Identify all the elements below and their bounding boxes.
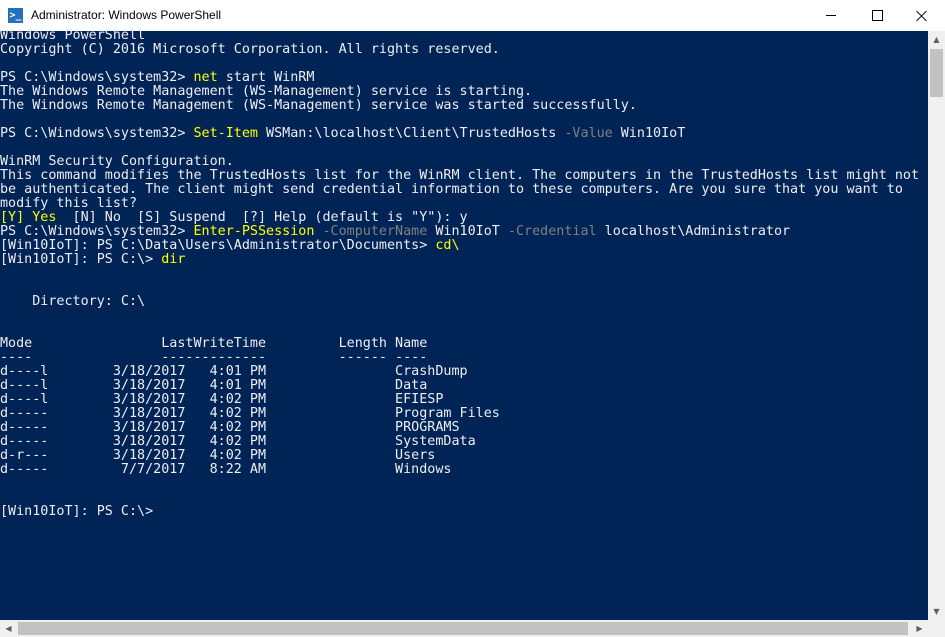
console-line: d----l 3/18/2017 4:01 PM CrashDump bbox=[0, 365, 928, 379]
console-text: d----- 3/18/2017 4:02 PM PROGRAMS bbox=[0, 420, 460, 435]
console-text: This command modifies the TrustedHosts l… bbox=[0, 168, 920, 183]
console-line: The Windows Remote Management (WS-Manage… bbox=[0, 99, 928, 113]
vertical-scrollbar[interactable]: ▲ ▼ bbox=[928, 31, 945, 620]
console-text: PS C:\Windows\system32> bbox=[0, 224, 194, 239]
vertical-scroll-thumb[interactable] bbox=[930, 49, 943, 97]
console-text: modify this list? bbox=[0, 196, 138, 211]
console-text: be authenticated. The client might send … bbox=[0, 182, 903, 197]
console-line: Directory: C:\ bbox=[0, 295, 928, 309]
console-line: d-r--- 3/18/2017 4:02 PM Users bbox=[0, 449, 928, 463]
console-text: [Win10IoT]: PS C:\Data\Users\Administrat… bbox=[0, 238, 436, 253]
console-text: [Win10IoT]: PS C:\> bbox=[0, 504, 154, 519]
console-line: [Win10IoT]: PS C:\> dir bbox=[0, 253, 928, 267]
console-line: [Y] Yes [N] No [S] Suspend [?] Help (def… bbox=[0, 211, 928, 225]
console-line: d----l 3/18/2017 4:02 PM EFIESP bbox=[0, 393, 928, 407]
console-line: ---- ------------- ------ ---- bbox=[0, 351, 928, 365]
title-bar[interactable]: >_ Administrator: Windows PowerShell bbox=[0, 0, 945, 31]
console-line: WinRM Security Configuration. bbox=[0, 155, 928, 169]
console-text: Mode LastWriteTime Length Name bbox=[0, 336, 428, 351]
minimize-icon bbox=[826, 15, 836, 16]
console-text: localhost\Administrator bbox=[596, 224, 791, 239]
console-output[interactable]: Windows PowerShell Copyright (C) 2016 Mic… bbox=[0, 29, 928, 620]
horizontal-scroll-thumb[interactable] bbox=[18, 622, 908, 635]
parameter-token: -Credential bbox=[507, 224, 597, 239]
close-button[interactable] bbox=[899, 0, 945, 31]
console-text: Win10IoT bbox=[427, 224, 508, 239]
console-text: [Win10IoT]: PS C:\> bbox=[0, 252, 162, 267]
console-text: WinRM Security Configuration. bbox=[0, 154, 234, 169]
close-icon bbox=[916, 10, 928, 22]
scroll-left-arrow-icon[interactable]: ◀ bbox=[0, 620, 17, 637]
console-text: d-r--- 3/18/2017 4:02 PM Users bbox=[0, 448, 436, 463]
scroll-down-arrow-icon[interactable]: ▼ bbox=[928, 603, 945, 620]
console-text: d----- 3/18/2017 4:02 PM Program Files bbox=[0, 406, 500, 421]
parameter-token: -ComputerName bbox=[322, 224, 428, 239]
console-line: d----- 3/18/2017 4:02 PM Program Files bbox=[0, 407, 928, 421]
horizontal-scrollbar[interactable]: ◀ ▶ bbox=[0, 620, 928, 637]
console-line: PS C:\Windows\system32> Enter-PSSession … bbox=[0, 225, 928, 239]
console-line: The Windows Remote Management (WS-Manage… bbox=[0, 85, 928, 99]
window-title: Administrator: Windows PowerShell bbox=[31, 8, 222, 22]
console-line: PS C:\Windows\system32> net start WinRM bbox=[0, 71, 928, 85]
command-token: dir bbox=[161, 252, 186, 267]
console-line: d----- 7/7/2017 8:22 AM Windows bbox=[0, 463, 928, 477]
console-line: [Win10IoT]: PS C:\Data\Users\Administrat… bbox=[0, 239, 928, 253]
console-line: modify this list? bbox=[0, 197, 928, 211]
console-text: PS C:\Windows\system32> bbox=[0, 126, 194, 141]
powershell-icon[interactable]: >_ bbox=[8, 8, 23, 23]
scroll-right-arrow-icon[interactable]: ▶ bbox=[911, 620, 928, 637]
console-text: WSMan:\localhost\Client\TrustedHosts bbox=[257, 126, 565, 141]
console-text: d----l 3/18/2017 4:02 PM EFIESP bbox=[0, 392, 444, 407]
console-text: Copyright (C) 2016 Microsoft Corporation… bbox=[0, 42, 500, 57]
console-line: be authenticated. The client might send … bbox=[0, 183, 928, 197]
maximize-icon bbox=[871, 10, 883, 21]
console-line: Windows PowerShell bbox=[0, 29, 928, 43]
console-text: start WinRM bbox=[217, 70, 315, 85]
console-text: ---- ------------- ------ ---- bbox=[0, 350, 428, 365]
console-text: Directory: C:\ bbox=[0, 294, 146, 309]
console-line: d----l 3/18/2017 4:01 PM Data bbox=[0, 379, 928, 393]
console-line: Mode LastWriteTime Length Name bbox=[0, 337, 928, 351]
console-line: This command modifies the TrustedHosts l… bbox=[0, 169, 928, 183]
console-text: d----- 7/7/2017 8:22 AM Windows bbox=[0, 462, 452, 477]
console-text: d----l 3/18/2017 4:01 PM Data bbox=[0, 378, 428, 393]
console-text: Windows PowerShell bbox=[0, 29, 146, 43]
command-token: [Y] Yes bbox=[0, 210, 57, 225]
command-token: Set-Item bbox=[193, 126, 258, 141]
console-text: The Windows Remote Management (WS-Manage… bbox=[0, 84, 533, 99]
console-text: [N] No [S] Suspend [?] Help (default is … bbox=[56, 210, 468, 225]
console-text: The Windows Remote Management (WS-Manage… bbox=[0, 98, 637, 113]
scrollbar-corner bbox=[928, 620, 945, 637]
powershell-window: >_ Administrator: Windows PowerShell Win… bbox=[0, 0, 945, 637]
command-token: net bbox=[193, 70, 218, 85]
console-line: d----- 3/18/2017 4:02 PM PROGRAMS bbox=[0, 421, 928, 435]
command-token: cd\ bbox=[435, 238, 460, 253]
console-text: d----- 3/18/2017 4:02 PM SystemData bbox=[0, 434, 476, 449]
scroll-up-arrow-icon[interactable]: ▲ bbox=[928, 31, 945, 48]
console-text: d----l 3/18/2017 4:01 PM CrashDump bbox=[0, 364, 468, 379]
console-line: [Win10IoT]: PS C:\> bbox=[0, 505, 928, 519]
maximize-button[interactable] bbox=[854, 0, 900, 31]
console-text: Win10IoT bbox=[612, 126, 686, 141]
console-text: PS C:\Windows\system32> bbox=[0, 70, 194, 85]
console-line: d----- 3/18/2017 4:02 PM SystemData bbox=[0, 435, 928, 449]
minimize-button[interactable] bbox=[808, 0, 854, 31]
parameter-token: -Value bbox=[564, 126, 613, 141]
console-line: Copyright (C) 2016 Microsoft Corporation… bbox=[0, 43, 928, 57]
console-line: PS C:\Windows\system32> Set-Item WSMan:\… bbox=[0, 127, 928, 141]
command-token: Enter-PSSession bbox=[193, 224, 315, 239]
